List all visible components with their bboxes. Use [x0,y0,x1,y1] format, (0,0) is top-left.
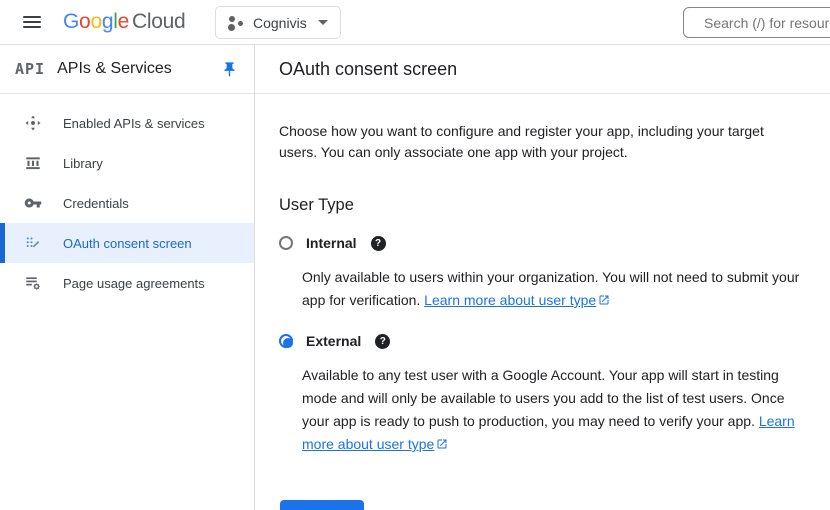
external-description: Available to any test user with a Google… [302,364,806,457]
sidebar-title: APIs & Services [57,60,172,78]
logo-cloud-text: Cloud [132,10,185,33]
sidebar-item-page-usage-agreements[interactable]: Page usage agreements [0,263,254,303]
logo-letter: g [102,10,113,33]
top-bar: GoogleCloud Cognivis Search (/) for reso… [0,0,830,45]
user-type-heading: User Type [279,196,806,215]
body-layout: API APIs & Services Enabled APIs & [0,45,830,510]
radio-internal[interactable] [279,236,293,250]
option-label-external: External [306,333,361,349]
main-header: OAuth consent screen [255,45,830,94]
page-title: OAuth consent screen [279,59,457,80]
search-input[interactable]: Search (/) for resour [683,7,830,38]
sidebar-item-enabled-apis[interactable]: Enabled APIs & services [0,103,254,143]
user-type-option-internal[interactable]: Internal ? [279,235,806,251]
sidebar-item-label: Enabled APIs & services [63,116,205,131]
intro-text: Choose how you want to configure and reg… [279,121,793,163]
sidebar-item-label: Credentials [63,196,129,211]
project-name: Cognivis [253,15,307,31]
external-link-icon [598,290,610,313]
internal-description: Only available to users within your orga… [302,266,806,313]
main-panel: OAuth consent screen Choose how you want… [255,45,830,510]
external-link-icon [436,434,448,457]
sidebar: API APIs & Services Enabled APIs & [0,45,255,510]
help-icon[interactable]: ? [371,236,386,251]
logo-letter: o [79,10,90,33]
control-camera-icon [24,114,42,132]
api-logo: API [15,60,45,78]
google-cloud-logo[interactable]: GoogleCloud [63,10,185,34]
create-button[interactable]: CREATE [280,500,364,510]
menu-icon[interactable] [23,16,41,28]
main-content: Choose how you want to configure and reg… [255,94,830,510]
external-description-text: Available to any test user with a Google… [302,367,785,429]
logo-letter: G [63,10,79,33]
sidebar-item-label: Page usage agreements [63,276,205,291]
help-icon[interactable]: ? [375,334,390,349]
option-label-internal: Internal [306,235,357,251]
sidebar-nav: Enabled APIs & services Library [0,94,254,303]
sidebar-item-oauth-consent-screen[interactable]: OAuth consent screen [0,223,254,263]
key-icon [24,194,42,212]
logo-letter: e [118,10,129,33]
learn-more-link-internal[interactable]: Learn more about user type [424,292,596,308]
sidebar-item-credentials[interactable]: Credentials [0,183,254,223]
sidebar-item-library[interactable]: Library [0,143,254,183]
sidebar-item-label: OAuth consent screen [63,236,192,251]
sidebar-header: API APIs & Services [0,45,254,94]
user-type-option-external[interactable]: External ? [279,333,806,349]
sidebar-item-label: Library [63,156,103,171]
search-placeholder: Search (/) for resour [704,15,829,31]
library-columns-icon [24,154,42,172]
logo-letter: o [90,10,101,33]
list-gear-icon [24,274,42,292]
google-cloud-console: GoogleCloud Cognivis Search (/) for reso… [0,0,830,510]
radio-external[interactable] [279,334,293,348]
project-selector[interactable]: Cognivis [215,6,341,39]
chevron-down-icon [318,20,328,25]
pin-icon[interactable] [221,61,238,78]
consent-checklist-icon [24,234,42,252]
project-icon [228,15,244,31]
